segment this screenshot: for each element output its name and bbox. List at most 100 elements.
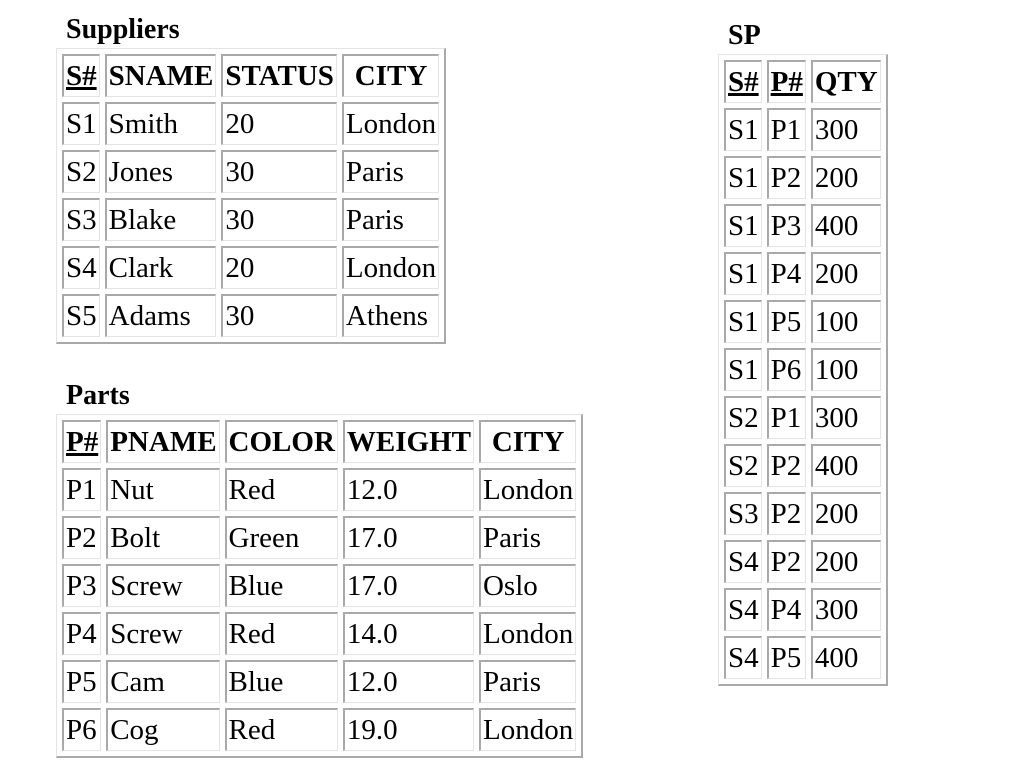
table-cell: P5 xyxy=(766,636,806,679)
table-cell: 300 xyxy=(810,108,881,151)
table-row: S1 P1 300 xyxy=(724,108,881,151)
table-cell: 100 xyxy=(810,348,881,391)
column-header: P# xyxy=(62,420,102,463)
header-row: S# SNAME STATUS CITY xyxy=(62,54,440,97)
table-row: S4 P4 300 xyxy=(724,588,881,631)
table-row: S3 P2 200 xyxy=(724,492,881,535)
column-header: P# xyxy=(766,60,806,103)
table-cell: Jones xyxy=(104,150,217,193)
table-row: S2 P2 400 xyxy=(724,444,881,487)
table-cell: 300 xyxy=(810,588,881,631)
table-cell: Blake xyxy=(104,198,217,241)
table-cell: 20 xyxy=(221,246,337,289)
table-cell: P2 xyxy=(766,492,806,535)
table-cell: Blue xyxy=(224,564,338,607)
table-cell: Bolt xyxy=(106,516,220,559)
table-cell: 400 xyxy=(810,204,881,247)
table-cell: P5 xyxy=(62,660,102,703)
table-cell: Clark xyxy=(104,246,217,289)
table-row: P2 Bolt Green 17.0 Paris xyxy=(62,516,577,559)
table-cell: London xyxy=(478,708,577,751)
table-cell: P3 xyxy=(62,564,102,607)
table-cell: 200 xyxy=(810,492,881,535)
table-cell: Red xyxy=(224,468,338,511)
table-row: S1 P4 200 xyxy=(724,252,881,295)
table-cell: S1 xyxy=(62,102,100,145)
table-cell: S2 xyxy=(724,444,762,487)
table-row: P6 Cog Red 19.0 London xyxy=(62,708,577,751)
table-row: S4 Clark 20 London xyxy=(62,246,440,289)
table-cell: P4 xyxy=(766,588,806,631)
table-cell: P2 xyxy=(62,516,102,559)
column-header: S# xyxy=(724,60,762,103)
table-row: S1 P5 100 xyxy=(724,300,881,343)
table-cell: S3 xyxy=(62,198,100,241)
table-cell: P1 xyxy=(62,468,102,511)
table-cell: 14.0 xyxy=(342,612,474,655)
table-cell: S3 xyxy=(724,492,762,535)
suppliers-relation: Suppliers S# SNAME STATUS CITY S1 Smith 20 Lon… xyxy=(56,14,447,344)
table-cell: 30 xyxy=(221,198,337,241)
table-cell: 12.0 xyxy=(342,468,474,511)
table-cell: S2 xyxy=(724,396,762,439)
sp-title: SP xyxy=(728,20,761,51)
table-cell: Oslo xyxy=(478,564,577,607)
suppliers-title: Suppliers xyxy=(66,14,180,45)
table-row: S5 Adams 30 Athens xyxy=(62,294,440,337)
suppliers-table: S# SNAME STATUS CITY S1 Smith 20 London S2 Jones… xyxy=(56,48,447,344)
table-cell: P2 xyxy=(766,444,806,487)
table-cell: London xyxy=(478,468,577,511)
column-header: S# xyxy=(62,54,100,97)
table-cell: 400 xyxy=(810,636,881,679)
sp-table: S# P# QTY S1 P1 300 S1 P2 200 S1 P3 400 S1 P4 200 S1 P5… xyxy=(718,54,888,686)
table-cell: 200 xyxy=(810,540,881,583)
sp-relation: SP S# P# QTY S1 P1 300 S1 P2 200 S1 P3 400 S1 P4 200 S… xyxy=(718,22,888,686)
table-cell: P2 xyxy=(766,540,806,583)
table-row: P1 Nut Red 12.0 London xyxy=(62,468,577,511)
table-cell: S1 xyxy=(724,252,762,295)
table-cell: Green xyxy=(224,516,338,559)
table-row: S1 Smith 20 London xyxy=(62,102,440,145)
table-row: S1 P6 100 xyxy=(724,348,881,391)
table-cell: 200 xyxy=(810,156,881,199)
table-cell: 17.0 xyxy=(342,516,474,559)
table-cell: 12.0 xyxy=(342,660,474,703)
table-cell: London xyxy=(341,102,440,145)
table-cell: Cog xyxy=(106,708,220,751)
table-cell: P4 xyxy=(766,252,806,295)
table-cell: Cam xyxy=(106,660,220,703)
table-cell: 400 xyxy=(810,444,881,487)
table-cell: 20 xyxy=(221,102,337,145)
table-cell: P4 xyxy=(62,612,102,655)
table-cell: P3 xyxy=(766,204,806,247)
column-header: PNAME xyxy=(106,420,220,463)
table-cell: S1 xyxy=(724,204,762,247)
table-cell: Paris xyxy=(478,660,577,703)
table-cell: 17.0 xyxy=(342,564,474,607)
table-cell: S1 xyxy=(724,300,762,343)
table-cell: Athens xyxy=(341,294,440,337)
table-cell: 30 xyxy=(221,150,337,193)
table-row: S4 P5 400 xyxy=(724,636,881,679)
column-header: SNAME xyxy=(104,54,217,97)
column-header: STATUS xyxy=(221,54,337,97)
table-cell: S2 xyxy=(62,150,100,193)
parts-table: P# PNAME COLOR WEIGHT CITY P1 Nut Red 12.0 Londo… xyxy=(56,414,584,758)
table-cell: P5 xyxy=(766,300,806,343)
table-row: P5 Cam Blue 12.0 Paris xyxy=(62,660,577,703)
column-header: WEIGHT xyxy=(342,420,474,463)
table-row: P4 Screw Red 14.0 London xyxy=(62,612,577,655)
table-cell: 200 xyxy=(810,252,881,295)
table-cell: Paris xyxy=(478,516,577,559)
column-header: CITY xyxy=(478,420,577,463)
table-cell: Paris xyxy=(341,150,440,193)
table-cell: Nut xyxy=(106,468,220,511)
header-row: P# PNAME COLOR WEIGHT CITY xyxy=(62,420,577,463)
table-cell: 100 xyxy=(810,300,881,343)
table-cell: S4 xyxy=(724,588,762,631)
table-cell: 30 xyxy=(221,294,337,337)
table-row: S1 P3 400 xyxy=(724,204,881,247)
column-header: COLOR xyxy=(224,420,338,463)
table-cell: S4 xyxy=(724,636,762,679)
table-cell: Red xyxy=(224,612,338,655)
